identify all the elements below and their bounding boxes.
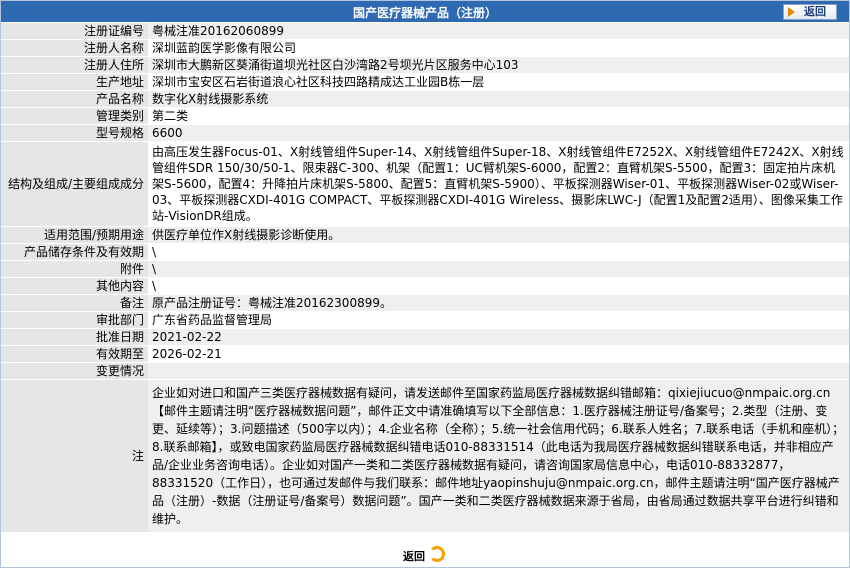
back-button-label: 返回 (804, 5, 826, 18)
field-value: 粤械注准20162060899 (148, 23, 849, 40)
field-value: \ (148, 260, 849, 278)
field-label: 结构及组成/主要组成成分 (1, 141, 148, 227)
field-value: 2021-02-22 (148, 328, 849, 346)
back-arrow-icon (788, 7, 795, 17)
table-row: 批准日期 2021-02-22 (1, 328, 849, 346)
page-title: 国产医疗器械产品（注册） (352, 6, 497, 20)
table-row: 注册人名称 深圳蓝韵医学影像有限公司 (1, 39, 849, 57)
table-row: 生产地址 深圳市宝安区石岩街道浪心社区科技四路精成达工业园B栋一层 (1, 73, 849, 91)
info-table: 注册证编号 粤械注准20162060899 注册人名称 深圳蓝韵医学影像有限公司 注… (1, 23, 849, 533)
note-label: 注 (1, 379, 148, 533)
table-row: 产品储存条件及有效期 \ (1, 243, 849, 261)
field-value: 深圳市宝安区石岩街道浪心社区科技四路精成达工业园B栋一层 (148, 73, 849, 91)
table-row: 有效期至 2026-02-21 (1, 345, 849, 363)
table-row: 注册人住所 深圳市大鹏新区葵涌街道坝光社区白沙湾路2号坝光片区服务中心103 (1, 56, 849, 74)
table-row: 适用范围/预期用途 供医疗单位作X射线摄影诊断使用。 (1, 226, 849, 244)
title-bar: 国产医疗器械产品（注册） 返回 (1, 1, 849, 22)
field-label: 变更情况 (1, 362, 148, 380)
field-label: 生产地址 (1, 73, 148, 91)
back-button-bottom[interactable]: 返回 (401, 546, 445, 564)
field-label: 产品储存条件及有效期 (1, 243, 148, 261)
detail-panel: 国产医疗器械产品（注册） 返回 注册证编号 粤械注准20162060899 注册人… (0, 0, 850, 568)
field-label: 其他内容 (1, 277, 148, 295)
field-value: \ (148, 243, 849, 261)
field-label: 有效期至 (1, 345, 148, 363)
field-label: 批准日期 (1, 328, 148, 346)
field-label: 产品名称 (1, 90, 148, 108)
field-value: 供医疗单位作X射线摄影诊断使用。 (148, 226, 849, 244)
table-row: 产品名称 数字化X射线摄影系统 (1, 90, 849, 108)
table-row: 管理类别 第二类 (1, 107, 849, 125)
field-value: 由高压发生器Focus-01、X射线管组件Super-14、X射线管组件Supe… (148, 141, 849, 227)
table-row: 其他内容 \ (1, 277, 849, 295)
table-row: 备注 原产品注册证号：粤械注准20162300899。 (1, 294, 849, 312)
field-label: 注册人住所 (1, 56, 148, 74)
field-value: \ (148, 277, 849, 295)
field-label: 注册人名称 (1, 39, 148, 57)
table-row: 结构及组成/主要组成成分 由高压发生器Focus-01、X射线管组件Super-1… (1, 141, 849, 227)
field-value: 深圳蓝韵医学影像有限公司 (148, 39, 849, 57)
table-row: 变更情况 (1, 362, 849, 380)
table-row: 型号规格 6600 (1, 124, 849, 142)
field-value: 广东省药品监督管理局 (148, 311, 849, 329)
field-label: 型号规格 (1, 124, 148, 142)
field-value: 6600 (148, 124, 849, 142)
note-text: 企业如对进口和国产三类医疗器械数据有疑问，请发送邮件至国家药监局医疗器械数据纠错… (152, 386, 845, 526)
field-value: 原产品注册证号：粤械注准20162300899。 (148, 294, 849, 312)
back-circle-icon (429, 546, 445, 562)
note-value: 企业如对进口和国产三类医疗器械数据有疑问，请发送邮件至国家药监局医疗器械数据纠错… (148, 379, 849, 533)
table-row: 附件 \ (1, 260, 849, 278)
table-row: 审批部门 广东省药品监督管理局 (1, 311, 849, 329)
field-label: 适用范围/预期用途 (1, 226, 148, 244)
field-label: 注册证编号 (1, 23, 148, 40)
field-label: 审批部门 (1, 311, 148, 329)
table-row: 注册证编号 粤械注准20162060899 (1, 23, 849, 40)
field-value: 第二类 (148, 107, 849, 125)
field-label: 附件 (1, 260, 148, 278)
field-value: 深圳市大鹏新区葵涌街道坝光社区白沙湾路2号坝光片区服务中心103 (148, 56, 849, 74)
field-value (148, 362, 849, 380)
field-label: 备注 (1, 294, 148, 312)
field-value: 数字化X射线摄影系统 (148, 90, 849, 108)
back-button-top[interactable]: 返回 (783, 4, 837, 20)
field-label: 管理类别 (1, 107, 148, 125)
back-button-bottom-label: 返回 (403, 550, 425, 563)
note-row: 注 企业如对进口和国产三类医疗器械数据有疑问，请发送邮件至国家药监局医疗器械数据… (1, 379, 849, 533)
field-value: 2026-02-21 (148, 345, 849, 363)
